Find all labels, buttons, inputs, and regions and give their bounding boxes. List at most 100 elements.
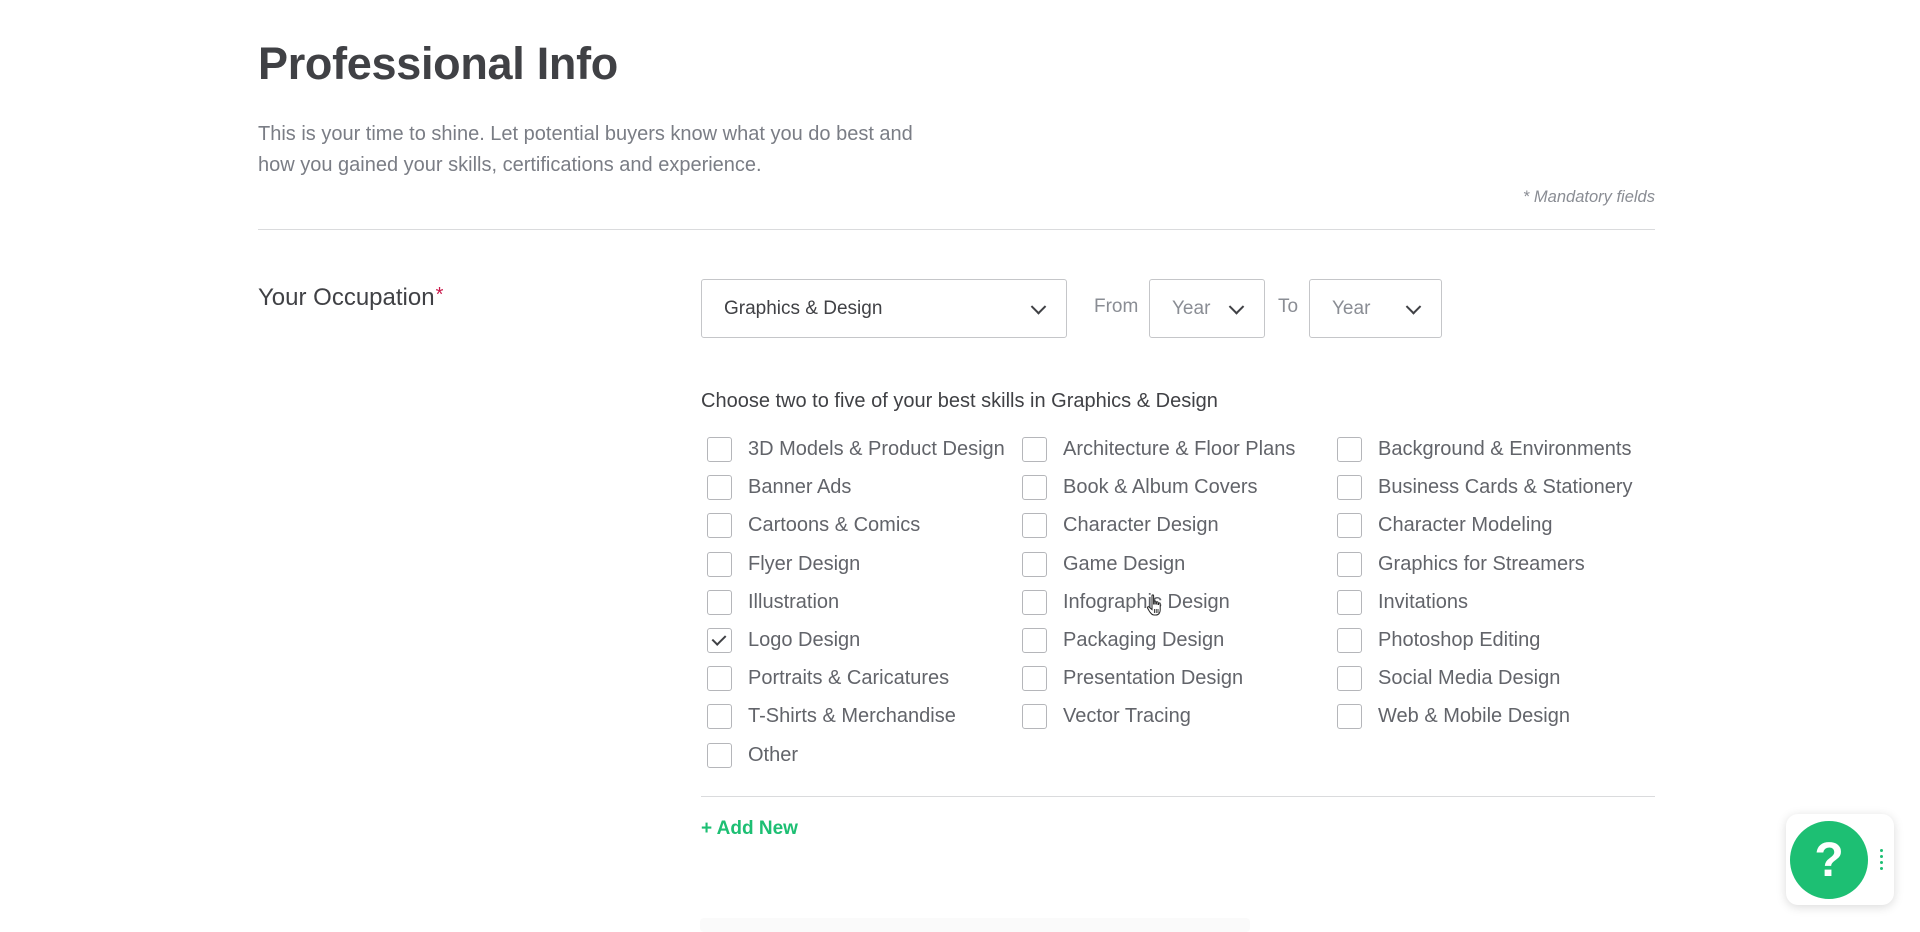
occupation-label: Your Occupation* <box>258 284 443 312</box>
skill-label: Cartoons & Comics <box>748 514 921 537</box>
section-divider <box>258 229 1655 230</box>
skill-option[interactable]: Vector Tracing <box>1022 704 1337 742</box>
skill-option[interactable]: Illustration <box>707 589 1022 628</box>
checkbox[interactable] <box>707 742 732 768</box>
skill-label: T-Shirts & Merchandise <box>748 705 956 728</box>
skill-label: Book & Album Covers <box>1063 476 1258 499</box>
to-year-select[interactable]: Year <box>1309 279 1442 338</box>
checkbox[interactable] <box>1337 551 1362 577</box>
checkbox[interactable] <box>1022 551 1047 577</box>
skill-option[interactable]: Graphics for Streamers <box>1337 551 1667 590</box>
skill-label: Background & Environments <box>1378 438 1632 460</box>
skill-label: Graphics for Streamers <box>1378 552 1585 575</box>
skill-label: Vector Tracing <box>1063 705 1191 728</box>
checkbox[interactable] <box>707 589 732 615</box>
skill-option[interactable]: Web & Mobile Design <box>1337 704 1667 742</box>
required-mark: * <box>435 284 444 306</box>
checkbox[interactable] <box>1337 704 1362 730</box>
skill-option[interactable]: Architecture & Floor Plans <box>1022 437 1337 475</box>
skill-label: Business Cards & Stationery <box>1378 476 1633 499</box>
add-new-occupation-link[interactable]: + Add New <box>701 818 798 840</box>
skill-option[interactable]: Portraits & Caricatures <box>707 666 1022 704</box>
checkbox[interactable] <box>1337 475 1362 501</box>
checkbox[interactable] <box>1337 666 1362 692</box>
skill-option[interactable]: Presentation Design <box>1022 666 1337 704</box>
skill-label: Banner Ads <box>748 476 852 499</box>
skills-checkbox-grid: 3D Models & Product Design Architecture &… <box>707 437 1667 781</box>
checkbox[interactable] <box>707 475 732 501</box>
skill-option[interactable]: Photoshop Editing <box>1337 627 1667 666</box>
checkbox[interactable] <box>1022 475 1047 501</box>
skill-label: Packaging Design <box>1063 628 1225 651</box>
checkbox[interactable] <box>1022 589 1047 615</box>
checkbox[interactable] <box>1022 513 1047 539</box>
help-button[interactable]: ? <box>1787 818 1871 902</box>
skill-option[interactable]: Social Media Design <box>1337 666 1667 704</box>
skill-label: Other <box>748 743 799 766</box>
from-label: From <box>1094 296 1139 317</box>
checkbox[interactable] <box>707 437 732 462</box>
skills-prompt: Choose two to five of your best skills i… <box>701 390 1218 412</box>
skill-label: Character Modeling <box>1378 514 1553 537</box>
skill-label: Logo Design <box>748 628 861 651</box>
hand-pointer-cursor-icon <box>1146 594 1166 623</box>
mandatory-fields-note: * Mandatory fields <box>1522 188 1655 206</box>
skill-option[interactable]: T-Shirts & Merchandise <box>707 704 1022 742</box>
skill-option[interactable]: Game Design <box>1022 551 1337 590</box>
skill-option[interactable]: Packaging Design <box>1022 627 1337 666</box>
skill-option[interactable]: Book & Album Covers <box>1022 475 1337 513</box>
occupation-label-text: Your Occupation <box>258 284 435 311</box>
checkbox[interactable] <box>1337 437 1362 462</box>
checkbox[interactable] <box>1022 627 1047 653</box>
skill-label: Architecture & Floor Plans <box>1063 438 1296 460</box>
checkbox[interactable] <box>1337 513 1362 539</box>
skill-label: Flyer Design <box>748 552 861 575</box>
page-intro: This is your time to shine. Let potentia… <box>258 123 913 176</box>
skill-label: Web & Mobile Design <box>1378 705 1570 728</box>
checkbox[interactable] <box>1337 589 1362 615</box>
checkbox[interactable] <box>707 666 732 692</box>
skill-option[interactable]: Flyer Design <box>707 551 1022 590</box>
to-label: To <box>1278 296 1299 317</box>
checkbox[interactable] <box>1022 704 1047 730</box>
checkbox-checked[interactable] <box>707 627 732 653</box>
chevron-down-icon <box>1030 298 1047 315</box>
skill-label: Portraits & Caricatures <box>748 667 950 690</box>
occupation-select-value: Graphics & Design <box>724 297 883 319</box>
skill-label: Illustration <box>748 590 840 613</box>
skills-divider <box>701 796 1655 797</box>
checkbox[interactable] <box>707 551 732 577</box>
page-title: Professional Info <box>258 38 618 89</box>
skill-label: Invitations <box>1378 590 1469 613</box>
skill-option[interactable]: Logo Design <box>707 627 1022 666</box>
chevron-down-icon <box>1405 298 1422 315</box>
skill-label: 3D Models & Product Design <box>748 438 1005 460</box>
skill-option[interactable]: Background & Environments <box>1337 437 1667 475</box>
skill-label: Presentation Design <box>1063 667 1244 690</box>
skill-label: Photoshop Editing <box>1378 628 1541 651</box>
skill-option[interactable]: Banner Ads <box>707 475 1022 513</box>
skill-option[interactable]: Invitations <box>1337 589 1667 628</box>
skill-option[interactable]: Character Modeling <box>1337 513 1667 551</box>
to-year-value: Year <box>1332 297 1371 319</box>
checkbox[interactable] <box>1337 627 1362 653</box>
help-widget-menu-dots-icon[interactable] <box>1880 849 1884 870</box>
checkbox[interactable] <box>707 704 732 730</box>
occupation-select[interactable]: Graphics & Design <box>701 279 1067 338</box>
skill-option[interactable]: Infographic Design <box>1022 589 1337 628</box>
skill-option[interactable]: Other <box>707 742 1022 781</box>
from-year-value: Year <box>1172 297 1211 319</box>
chevron-down-icon <box>1228 298 1245 315</box>
skill-option[interactable]: 3D Models & Product Design <box>707 437 1022 475</box>
from-year-select[interactable]: Year <box>1149 279 1265 338</box>
skill-option[interactable]: Cartoons & Comics <box>707 513 1022 551</box>
skill-label: Character Design <box>1063 514 1219 537</box>
checkbox[interactable] <box>1022 437 1047 462</box>
checkbox[interactable] <box>1022 666 1047 692</box>
skill-option[interactable]: Character Design <box>1022 513 1337 551</box>
question-mark-icon: ? <box>1814 833 1844 887</box>
checkbox[interactable] <box>707 513 732 539</box>
skill-label: Social Media Design <box>1378 667 1561 690</box>
skill-label: Game Design <box>1063 552 1186 575</box>
skill-option[interactable]: Business Cards & Stationery <box>1337 475 1667 513</box>
